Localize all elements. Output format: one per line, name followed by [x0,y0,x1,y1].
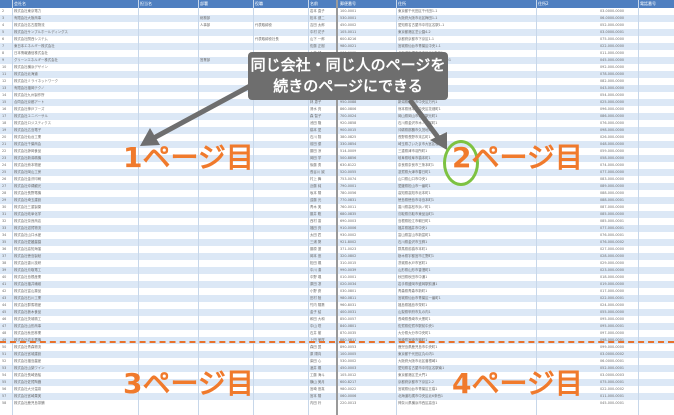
page-label-2: 2ページ目 [452,141,583,174]
callout-box: 同じ会社・同じ人のページを 続きのページにできる [248,52,448,100]
page-label-4: 4ページ目 [452,367,583,400]
arrow-right-line [408,98,442,142]
arrow-left-line [148,83,252,143]
page-label-1: 1ページ目 [123,141,254,174]
page-label-3: 3ページ目 [123,367,254,400]
callout-line-1: 同じ会社・同じ人のページを [250,56,446,74]
callout-line-2: 続きのページにできる [273,77,423,95]
